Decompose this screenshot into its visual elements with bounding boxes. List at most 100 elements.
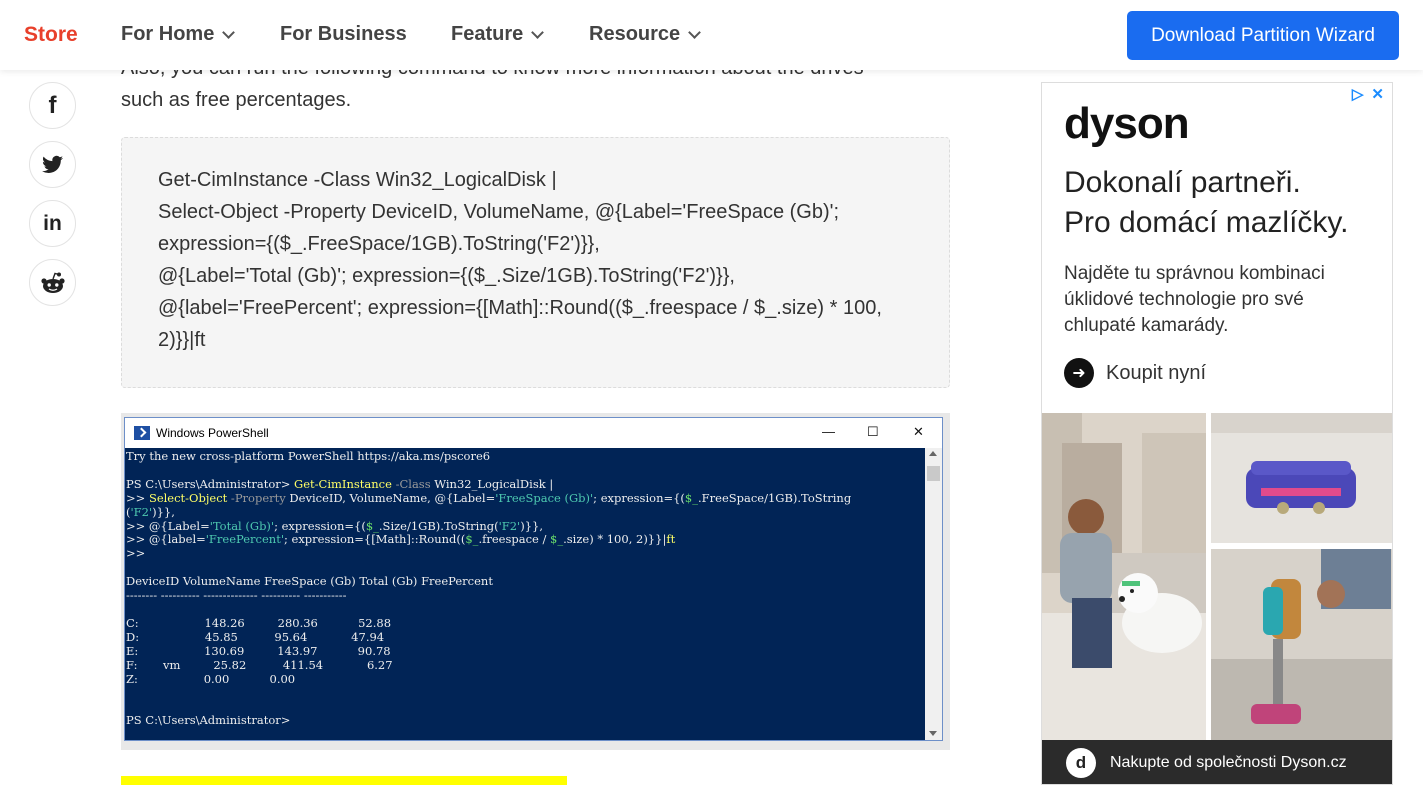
ad-choices-icon[interactable]: ▷ xyxy=(1352,85,1364,103)
console-token: $_ xyxy=(550,532,564,547)
table-header: DeviceID VolumeName FreeSpace (Gb) Total… xyxy=(126,574,493,589)
cell-device: F: xyxy=(126,657,164,672)
nav-resource[interactable]: Resource xyxy=(589,23,702,46)
console-token: >> xyxy=(126,490,149,505)
console-token: DeviceID, VolumeName, @{Label= xyxy=(285,490,496,505)
scroll-up-icon[interactable] xyxy=(929,451,937,456)
console-token: )}}, xyxy=(520,518,543,533)
ad-photo-robot-vacuum xyxy=(1211,413,1392,543)
console-line: Try the new cross-platform PowerShell ht… xyxy=(126,449,491,463)
table-row: C: 148.26 280.36 52.88 xyxy=(126,616,391,630)
nav-for-business[interactable]: For Business xyxy=(280,23,407,46)
cell-free: 130.69 xyxy=(204,643,278,658)
cell-volume xyxy=(164,644,204,658)
ad-controls: ▷ ✕ xyxy=(1352,85,1384,103)
twitter-icon xyxy=(41,155,63,173)
cell-total: 0.00 xyxy=(269,671,321,686)
store-logo[interactable]: Store xyxy=(24,23,78,47)
powershell-icon xyxy=(134,426,150,440)
cell-total: 143.97 xyxy=(277,643,336,658)
chevron-down-icon xyxy=(531,25,545,39)
share-reddit-button[interactable] xyxy=(29,259,76,306)
console-token: Win32_LogicalDisk | xyxy=(430,476,554,491)
table-row: F: vm 25.82 411.54 6.27 xyxy=(126,658,393,672)
scroll-down-icon[interactable] xyxy=(929,731,937,736)
ad-body-line: úklidové technologie pro své xyxy=(1064,289,1304,310)
table-rule: -------- ---------- -------------- -----… xyxy=(126,588,347,603)
cell-free: 148.26 xyxy=(204,615,278,630)
minimize-icon[interactable]: — xyxy=(822,424,835,439)
scroll-thumb[interactable] xyxy=(927,466,940,481)
ad-cta-button[interactable]: ➜ Koupit nyní xyxy=(1064,358,1206,388)
chevron-down-icon xyxy=(688,25,702,39)
code-line: 2)}}|ft xyxy=(158,329,206,351)
nav-feature[interactable]: Feature xyxy=(451,23,545,46)
download-partition-wizard-button[interactable]: Download Partition Wizard xyxy=(1127,11,1399,60)
cell-free: 0.00 xyxy=(203,671,270,686)
cell-free: 45.85 xyxy=(204,629,275,644)
console-token: Get-CimInstance xyxy=(290,476,392,491)
cell-total: 95.64 xyxy=(274,629,330,644)
console-token: -Class xyxy=(391,476,431,491)
console-token: -Property xyxy=(227,490,286,505)
ad-brand-logo: dyson xyxy=(1064,99,1190,148)
ad-footer[interactable]: d Nakupte od společnosti Dyson.cz xyxy=(1042,740,1392,784)
ad-close-icon[interactable]: ✕ xyxy=(1371,85,1384,103)
ad-photo-stick-vacuum xyxy=(1211,549,1392,740)
reddit-icon xyxy=(40,272,65,293)
nav-label: For Home xyxy=(121,23,215,45)
chevron-down-icon xyxy=(222,25,236,39)
console-token: .size) * 100, 2)}}| xyxy=(563,532,667,547)
dyson-d-icon: d xyxy=(1066,748,1096,778)
linkedin-icon: in xyxy=(43,211,62,235)
intro-line: such as free percentages. xyxy=(121,89,352,111)
ad-body: Najděte tu správnou kombinaci úklidové t… xyxy=(1064,261,1325,339)
ad-headline-line: Dokonalí partneři. xyxy=(1064,166,1301,199)
cell-device: D: xyxy=(126,629,165,644)
console-output: Try the new cross-platform PowerShell ht… xyxy=(125,448,925,740)
cell-volume xyxy=(165,630,205,644)
window-title: Windows PowerShell xyxy=(156,426,269,440)
window-titlebar: Windows PowerShell — ☐ ✕ xyxy=(125,418,942,448)
share-linkedin-button[interactable]: in xyxy=(29,200,76,247)
close-icon[interactable]: ✕ xyxy=(913,424,924,440)
console-token: 'Total (Gb)' xyxy=(209,518,275,533)
console-token: ft xyxy=(666,532,676,547)
site-header: Store For Home For Business Feature Reso… xyxy=(0,0,1423,70)
table-row: D: 45.85 95.64 47.94 xyxy=(126,630,384,644)
console-token: >> @{label= xyxy=(126,532,206,547)
cell-device: C: xyxy=(126,615,165,630)
cell-total: 280.36 xyxy=(277,615,337,630)
share-facebook-button[interactable]: f xyxy=(29,82,76,129)
powershell-window: Windows PowerShell — ☐ ✕ Try the new cro… xyxy=(124,417,943,741)
console-token: .freespace / xyxy=(478,532,551,547)
code-block: Get-CimInstance -Class Win32_LogicalDisk… xyxy=(121,137,950,388)
code-line: Get-CimInstance -Class Win32_LogicalDisk… xyxy=(158,169,557,191)
console-scrollbar[interactable] xyxy=(925,448,942,740)
dyson-ad[interactable]: ▷ ✕ dyson Dokonalí partneři. Pro domácí … xyxy=(1041,82,1393,785)
console-token: .FreeSpace/1GB).ToString xyxy=(698,490,852,505)
table-row: E: 130.69 143.97 90.78 xyxy=(126,644,391,658)
maximize-icon[interactable]: ☐ xyxy=(867,424,879,440)
facebook-icon: f xyxy=(48,91,57,119)
ad-headline: Dokonalí partneři. Pro domácí mazlíčky. xyxy=(1064,163,1349,243)
ad-body-line: chlupaté kamarády. xyxy=(1064,315,1229,336)
code-line: expression={($_.FreeSpace/1GB).ToString(… xyxy=(158,233,600,255)
ad-headline-line: Pro domácí mazlíčky. xyxy=(1064,206,1349,239)
console-token: )}}, xyxy=(152,504,175,519)
cell-device: Z: xyxy=(126,671,164,686)
ad-photo-boy-dog xyxy=(1042,413,1206,740)
console-token: ; expression={( xyxy=(593,490,685,505)
share-twitter-button[interactable] xyxy=(29,141,76,188)
console-token: $_ xyxy=(365,518,379,533)
code-line: Select-Object -Property DeviceID, Volume… xyxy=(158,201,840,223)
console-token: 'FreePercent' xyxy=(205,532,284,547)
console-token: $_ xyxy=(684,490,698,505)
cell-volume: vm xyxy=(163,657,214,672)
cell-percent xyxy=(321,672,361,686)
nav-for-home[interactable]: For Home xyxy=(121,23,236,46)
arrow-right-icon: ➜ xyxy=(1064,358,1094,388)
console-token: >> @{Label= xyxy=(126,518,210,533)
ad-cta-label: Koupit nyní xyxy=(1106,361,1207,384)
console-token: Select-Object xyxy=(148,490,228,505)
